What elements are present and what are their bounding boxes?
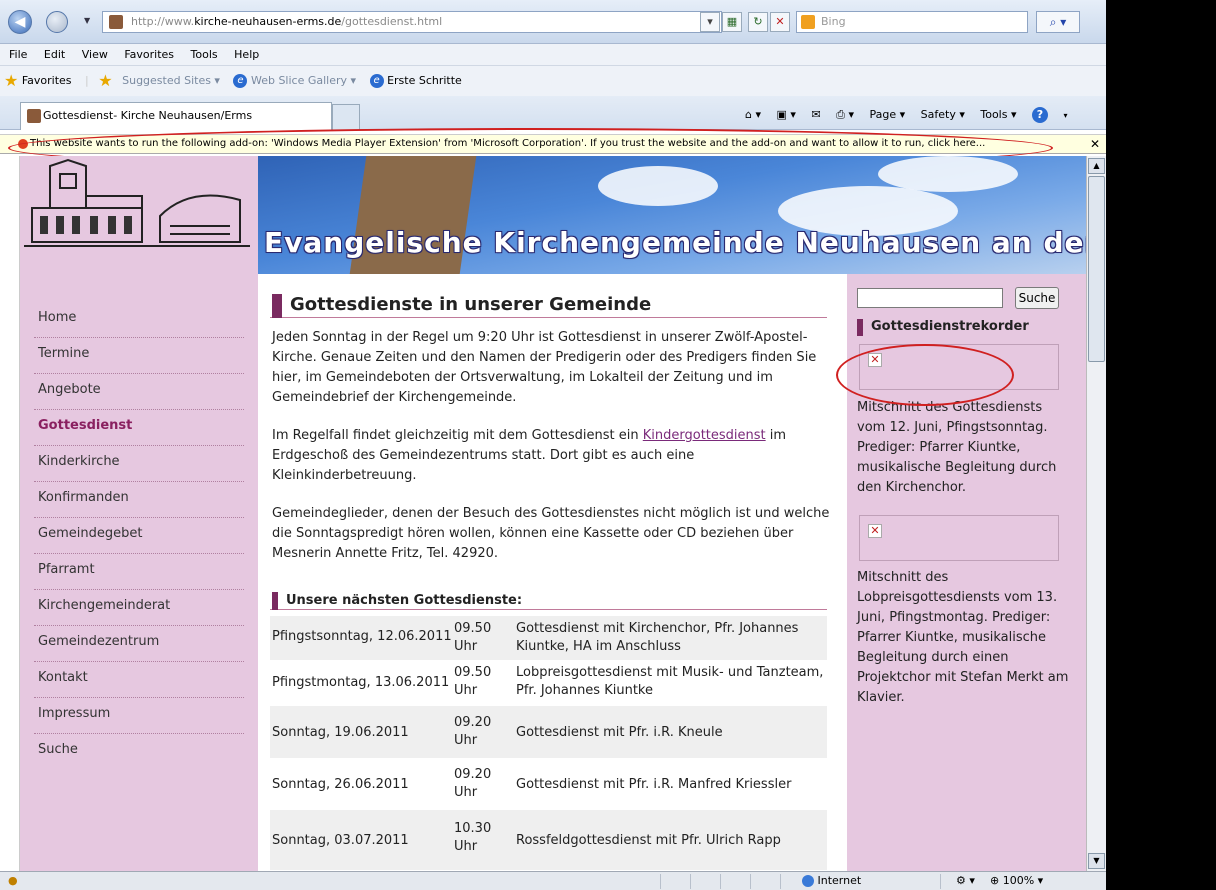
bing-icon [801,15,815,29]
nav-pfarramt[interactable]: Pfarramt [34,554,244,590]
page-menu[interactable]: Page ▾ [869,108,905,121]
web-slice-gallery-link[interactable]: Web Slice Gallery ▾ [251,74,356,87]
nav-kontakt[interactable]: Kontakt [34,662,244,698]
recording-description: Mitschnitt des Gottesdiensts vom 12. Jun… [857,400,1057,495]
safety-menu[interactable]: Safety ▾ [921,108,965,121]
scroll-thumb[interactable] [1088,176,1105,362]
suggested-sites-link[interactable]: Suggested Sites ▾ [122,74,220,87]
site-favicon-icon [109,15,123,29]
banner-title: Evangelische Kirchengemeinde Neuhausen a… [264,226,1086,259]
print-icon[interactable]: ⎙ ▾ [836,108,854,121]
church-logo [20,156,258,274]
main-content: Gottesdienste in unserer Gemeinde Jeden … [270,274,835,871]
scroll-up-icon[interactable]: ▲ [1088,158,1105,174]
menu-favorites[interactable]: Favorites [124,48,174,61]
feeds-icon[interactable]: ▣ ▾ [777,108,796,121]
stop-icon[interactable]: ✕ [770,12,790,32]
ie-icon: e [369,74,384,88]
banner-photo: Evangelische Kirchengemeinde Neuhausen a… [258,156,1086,274]
back-button[interactable]: ◀ [8,10,32,34]
address-dropdown-icon[interactable]: ▾ [700,12,720,32]
page-gutter [0,156,20,871]
nav-impressum[interactable]: Impressum [34,698,244,734]
page-viewport: Evangelische Kirchengemeinde Neuhausen a… [20,156,1086,871]
kindergottesdienst-link[interactable]: Kindergottesdienst [643,428,766,443]
menu-bar: File Edit View Favorites Tools Help [0,44,1106,66]
recording-description: Mitschnitt des Lobpreisgottesdiensts vom… [857,570,1069,705]
status-warning-icon: ● [8,874,18,887]
home-icon[interactable]: ⌂ ▾ [745,108,761,121]
nav-gottesdienst[interactable]: Gottesdienst [34,410,244,446]
broken-plugin-icon: ✕ [868,524,882,538]
intro-paragraph: Jeden Sonntag in der Regel um 9:20 Uhr i… [272,330,817,405]
desktop-background [1106,0,1216,890]
vertical-scrollbar[interactable]: ▲ ▼ [1086,156,1106,871]
refresh-icon[interactable]: ↻ [748,12,768,32]
tab-active[interactable]: Gottesdienst- Kirche Neuhausen/Erms [20,102,332,130]
menu-tools[interactable]: Tools [191,48,218,61]
security-zone: Internet [802,872,861,890]
nav-home[interactable]: Home [34,302,244,338]
history-dropdown-icon[interactable]: ▼ [84,16,90,25]
menu-help[interactable]: Help [234,48,259,61]
menu-edit[interactable]: Edit [44,48,65,61]
site-search-button[interactable]: Suche [1015,287,1059,309]
site-navigation: Home Termine Angebote Gottesdienst Kinde… [20,274,258,871]
site-favicon-icon [27,109,41,123]
tools-menu[interactable]: Tools ▾ [980,108,1016,121]
search-button[interactable]: ⌕ ▾ [1036,11,1080,33]
menu-file[interactable]: File [9,48,27,61]
ie-icon: e [233,74,248,88]
media-player-embed[interactable]: ✕ [859,515,1059,561]
protected-mode-icon[interactable]: ⚙ ▾ [956,872,975,890]
site-search-input[interactable] [857,288,1003,308]
page-title: Gottesdienste in unserer Gemeinde [270,294,827,318]
kindergottesdienst-paragraph: Im Regelfall findet gleichzeitig mit dem… [272,428,787,483]
command-bar: ⌂ ▾ ▣ ▾ ✉ ⎙ ▾ Page ▾ Safety ▾ Tools ▾ ? … [745,107,1068,123]
favorites-bar: ★ Favorites | ★ Suggested Sites ▾ e Web … [0,66,1106,96]
close-icon[interactable]: ✕ [1090,135,1100,153]
globe-icon [802,875,814,887]
nav-angebote[interactable]: Angebote [34,374,244,410]
compatibility-view-icon[interactable]: ▦ [722,12,742,32]
nav-gemeindezentrum[interactable]: Gemeindezentrum [34,626,244,662]
nav-termine[interactable]: Termine [34,338,244,374]
status-bar: ● Internet ⚙ ▾ ⊕ 100% ▾ [0,871,1106,890]
table-row: Sonntag, 26.06.2011 09.20 Uhr Gottesdien… [272,767,792,800]
menu-view[interactable]: View [82,48,108,61]
recorder-title: Gottesdienstrekorder [857,318,1057,336]
new-tab-button[interactable] [332,104,360,130]
favorites-star-icon: ★ [4,71,19,90]
scroll-down-icon[interactable]: ▼ [1088,853,1105,869]
highlight-ellipse [836,344,1014,406]
browser-window: ◀ ▼ http://www.kirche-neuhausen-erms.de/… [0,0,1106,890]
nav-suche[interactable]: Suche [34,734,244,770]
table-row: Sonntag, 19.06.2011 09.20 Uhr Gottesdien… [270,706,827,758]
favorites-button[interactable]: ★ Favorites [4,71,72,90]
erste-schritte-link[interactable]: Erste Schritte [387,74,462,87]
kassette-paragraph: Gemeindeglieder, denen der Besuch des Go… [272,506,830,561]
site-banner: Evangelische Kirchengemeinde Neuhausen a… [20,156,1086,274]
mail-icon[interactable]: ✉ [811,108,820,121]
services-heading: Unsere nächsten Gottesdienste: [270,592,827,610]
table-row: Pfingstmontag, 13.06.2011 09.50 Uhr Lobp… [272,665,824,698]
table-row: Pfingstsonntag, 12.06.2011 09.50 Uhr Got… [270,616,827,660]
search-input[interactable]: Bing [796,11,1028,33]
forward-button[interactable] [46,11,68,33]
nav-kirchengemeinderat[interactable]: Kirchengemeinderat [34,590,244,626]
table-row: Sonntag, 03.07.2011 10.30 Uhr Rossfeldgo… [270,810,827,870]
nav-konfirmanden[interactable]: Konfirmanden [34,482,244,518]
nav-kinderkirche[interactable]: Kinderkirche [34,446,244,482]
zoom-control[interactable]: ⊕ 100% ▾ [990,872,1043,890]
help-icon[interactable]: ? [1031,107,1048,123]
address-field[interactable]: http://www.kirche-neuhausen-erms.de/gott… [102,11,722,33]
nav-gemeindegebet[interactable]: Gemeindegebet [34,518,244,554]
address-toolbar: ◀ ▼ http://www.kirche-neuhausen-erms.de/… [0,0,1106,44]
add-favorite-icon[interactable]: ★ [98,71,112,90]
